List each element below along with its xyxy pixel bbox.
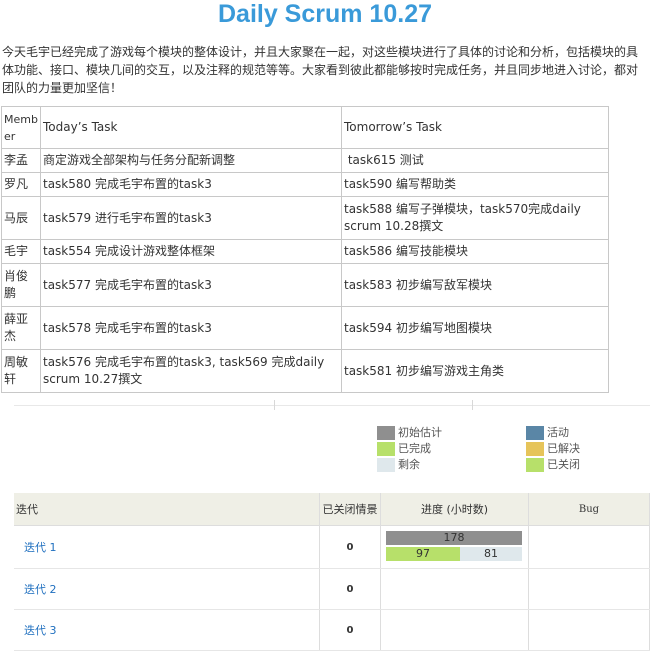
- table-row: 罗凡 task580 完成毛宇布置的task3 task590 编写帮助类: [1, 172, 609, 197]
- tomorrow-cell: task581 初步编写游戏主角类: [341, 349, 609, 393]
- today-cell: task577 完成毛宇布置的task3: [40, 263, 342, 307]
- today-cell: task576 完成毛宇布置的task3, task569 完成daily sc…: [40, 349, 342, 393]
- legend-item: 剩余: [377, 458, 420, 472]
- progress-cell: [380, 568, 529, 610]
- header-progress: 进度 (小时数): [380, 493, 529, 526]
- legend-swatch: [377, 426, 395, 440]
- table-row: 毛宇 task554 完成设计游戏整体框架 task586 编写技能模块: [1, 239, 609, 264]
- iteration-header-row: 迭代 已关闭情景 进度 (小时数) Bug: [14, 493, 650, 526]
- legend-swatch: [526, 442, 544, 456]
- table-row: 迭代 3 0: [14, 609, 650, 651]
- closed-count: 0: [319, 609, 381, 651]
- table-row: 周敏轩 task576 完成毛宇布置的task3, task569 完成dail…: [1, 349, 609, 393]
- legend-item: 初始估计: [377, 426, 442, 440]
- progress-bar: 178 97 81: [386, 531, 522, 563]
- page-title: Daily Scrum 10.27: [217, 0, 432, 28]
- divider-tick: [274, 400, 275, 410]
- legend-label: 剩余: [398, 458, 420, 471]
- today-cell: task580 完成毛宇布置的task3: [40, 172, 342, 197]
- tomorrow-cell: task583 初步编写敌军模块: [341, 263, 609, 307]
- header-bug: Bug: [528, 493, 650, 526]
- header-closed: 已关闭情景: [319, 493, 381, 526]
- member-cell: 肖俊鹏: [1, 263, 41, 307]
- iteration-link[interactable]: 迭代 1: [14, 525, 320, 569]
- member-cell: 李孟: [1, 148, 41, 173]
- remaining-bar: 81: [460, 547, 522, 561]
- header-iteration: 迭代: [14, 493, 320, 526]
- legend-label: 已解决: [547, 442, 580, 455]
- completed-bar: 97: [386, 547, 460, 561]
- today-cell: task579 进行毛宇布置的task3: [40, 196, 342, 240]
- legend-item: 已关闭: [526, 458, 580, 472]
- member-cell: 罗凡: [1, 172, 41, 197]
- member-cell: 马辰: [1, 196, 41, 240]
- member-cell: 薛亚杰: [1, 306, 41, 350]
- divider-tick: [472, 400, 473, 410]
- progress-cell: [380, 609, 529, 651]
- table-row: 马辰 task579 进行毛宇布置的task3 task588 编写子弹模块，t…: [1, 196, 609, 240]
- iteration-link[interactable]: 迭代 2: [14, 568, 320, 610]
- member-cell: 周敏轩: [1, 349, 41, 393]
- legend-swatch: [526, 426, 544, 440]
- tomorrow-cell: task615 测试: [341, 148, 609, 173]
- tomorrow-cell: task590 编写帮助类: [341, 172, 609, 197]
- tomorrow-cell: task588 编写子弹模块，task570完成daily scrum 10.2…: [341, 196, 609, 240]
- closed-count: 0: [319, 568, 381, 610]
- header-member: Member: [1, 106, 41, 149]
- legend-swatch: [377, 458, 395, 472]
- legend-item: 已完成: [377, 442, 431, 456]
- progress-cell: 178 97 81: [380, 525, 529, 569]
- legend-swatch: [526, 458, 544, 472]
- table-row: 薛亚杰 task578 完成毛宇布置的task3 task594 初步编写地图模…: [1, 306, 609, 350]
- legend-label: 初始估计: [398, 426, 442, 439]
- closed-count: 0: [319, 525, 381, 569]
- bug-cell: [528, 568, 650, 610]
- tomorrow-cell: task594 初步编写地图模块: [341, 306, 609, 350]
- iteration-link[interactable]: 迭代 3: [14, 609, 320, 651]
- header-tomorrow: Tomorrow’s Task: [341, 106, 609, 149]
- legend-label: 已关闭: [547, 458, 580, 471]
- estimate-bar: 178: [386, 531, 522, 545]
- table-header-row: Member Today’s Task Tomorrow’s Task: [1, 106, 609, 149]
- legend-label: 已完成: [398, 442, 431, 455]
- today-cell: 商定游戏全部架构与任务分配新调整: [40, 148, 342, 173]
- legend-item: 已解决: [526, 442, 580, 456]
- legend-swatch: [377, 442, 395, 456]
- today-cell: task554 完成设计游戏整体框架: [40, 239, 342, 264]
- divider: [14, 405, 650, 406]
- today-cell: task578 完成毛宇布置的task3: [40, 306, 342, 350]
- bug-cell: [528, 525, 650, 569]
- tomorrow-cell: task586 编写技能模块: [341, 239, 609, 264]
- table-row: 迭代 2 0: [14, 568, 650, 610]
- intro-paragraph: 今天毛宇已经完成了游戏每个模块的整体设计，并且大家聚在一起，对这些模块进行了具体…: [2, 45, 639, 95]
- table-row: 肖俊鹏 task577 完成毛宇布置的task3 task583 初步编写敌军模…: [1, 263, 609, 307]
- member-cell: 毛宇: [1, 239, 41, 264]
- legend-item: 活动: [526, 426, 569, 440]
- header-today: Today’s Task: [40, 106, 342, 149]
- scrum-table: Member Today’s Task Tomorrow’s Task 李孟 商…: [1, 106, 609, 393]
- legend-label: 活动: [547, 426, 569, 439]
- bug-cell: [528, 609, 650, 651]
- iteration-table: 迭代 已关闭情景 进度 (小时数) Bug 迭代 1 0 178 97 81 迭…: [14, 493, 650, 651]
- table-row: 李孟 商定游戏全部架构与任务分配新调整 task615 测试: [1, 148, 609, 173]
- table-row: 迭代 1 0 178 97 81: [14, 525, 650, 569]
